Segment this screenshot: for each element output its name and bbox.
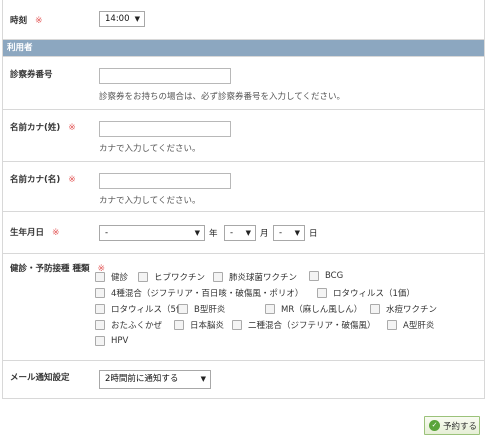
chevron-down-icon: ▼: [200, 375, 206, 383]
kana-first-hint: カナで入力してください。: [99, 196, 201, 206]
checkbox[interactable]: [174, 320, 184, 330]
card-number-input[interactable]: [99, 68, 231, 84]
checkup-option[interactable]: 日本脳炎: [174, 319, 224, 331]
checkup-option[interactable]: おたふくかぜ: [95, 319, 162, 331]
check-circle-icon: ✓: [429, 420, 440, 431]
mail-label: メール通知設定: [10, 373, 70, 383]
kana-first-input[interactable]: [99, 173, 231, 189]
kana-first-label: 名前カナ(名): [10, 175, 61, 185]
checkbox[interactable]: [95, 320, 105, 330]
checkbox[interactable]: [95, 336, 105, 346]
reserve-button-label: 予約する: [443, 421, 478, 432]
checkbox[interactable]: [317, 288, 327, 298]
chevron-down-icon: ▼: [245, 229, 251, 237]
checkup-label: 健診・予防接種 種類: [10, 264, 90, 274]
checkup-option[interactable]: A型肝炎: [387, 319, 434, 331]
checkup-option-label: 4種混合（ジフテリア・百日咳・破傷風・ポリオ）: [111, 289, 304, 299]
checkup-option-label: 日本脳炎: [190, 321, 225, 331]
reservation-form: 時刻 ※ 14:00 ▼ 利用者 診察券番号 診察券をお持ちの場合は、必ず診察券番…: [2, 0, 485, 399]
kana-first-row: 名前カナ(名) ※ カナで入力してください。: [3, 162, 484, 212]
reserve-button[interactable]: ✓ 予約する: [424, 416, 480, 435]
checkbox[interactable]: [95, 288, 105, 298]
checkup-option-label: BCG: [325, 271, 344, 281]
checkbox[interactable]: [370, 304, 380, 314]
year-unit: 年: [209, 229, 218, 239]
mail-notify-select[interactable]: 2時間前に通知する ▼: [99, 370, 211, 389]
checkbox[interactable]: [232, 320, 242, 330]
month-unit: 月: [260, 229, 269, 239]
kana-last-row: 名前カナ(姓) ※ カナで入力してください。: [3, 110, 484, 162]
birthday-row: 生年月日 ※ - ▼ 年 - ▼ 月 - ▼ 日: [3, 212, 484, 254]
checkbox[interactable]: [138, 272, 148, 282]
chevron-down-icon: ▼: [194, 229, 200, 237]
card-number-label: 診察券番号: [10, 70, 53, 80]
time-select[interactable]: 14:00 ▼: [99, 11, 145, 27]
kana-last-input[interactable]: [99, 121, 231, 137]
checkup-option[interactable]: HPV: [95, 336, 128, 346]
checkbox[interactable]: [95, 272, 105, 282]
checkbox[interactable]: [178, 304, 188, 314]
section-user-title: 利用者: [7, 43, 33, 53]
chevron-down-icon: ▼: [134, 15, 140, 23]
checkup-option[interactable]: ヒブワクチン: [138, 271, 205, 283]
checkup-option-label: A型肝炎: [403, 321, 435, 331]
checkup-option-label: 健診: [111, 273, 129, 283]
checkup-option-label: B型肝炎: [194, 305, 226, 315]
checkup-option[interactable]: ロタウィルス（1価）: [317, 287, 415, 299]
checkup-option[interactable]: 二種混合（ジフテリア・破傷風）: [232, 319, 376, 331]
checkup-option[interactable]: 健診: [95, 271, 128, 283]
checkup-option-label: 水痘ワクチン: [386, 305, 438, 315]
checkup-option[interactable]: 水痘ワクチン: [370, 303, 437, 315]
required-mark: ※: [68, 123, 76, 133]
kana-last-hint: カナで入力してください。: [99, 144, 201, 154]
time-row: 時刻 ※ 14:00 ▼: [3, 0, 484, 40]
card-number-hint: 診察券をお持ちの場合は、必ず診察券番号を入力してください。: [99, 92, 345, 102]
birth-day-select[interactable]: - ▼: [273, 225, 305, 241]
checkup-option[interactable]: 肺炎球菌ワクチン: [213, 271, 297, 283]
checkup-option-label: 肺炎球菌ワクチン: [229, 273, 298, 283]
card-number-row: 診察券番号 診察券をお持ちの場合は、必ず診察券番号を入力してください。: [3, 57, 484, 110]
required-mark: ※: [68, 175, 76, 185]
checkbox[interactable]: [213, 272, 223, 282]
checkup-option[interactable]: BCG: [309, 271, 343, 281]
required-mark: ※: [52, 228, 60, 238]
time-label: 時刻: [10, 16, 28, 26]
kana-last-label: 名前カナ(姓): [10, 123, 61, 133]
checkup-option-label: HPV: [111, 336, 129, 346]
checkbox[interactable]: [95, 304, 105, 314]
checkup-option[interactable]: B型肝炎: [178, 303, 225, 315]
chevron-down-icon: ▼: [294, 229, 300, 237]
checkbox[interactable]: [309, 271, 319, 281]
checkup-option-label: ロタウィルス（1価）: [333, 289, 415, 299]
birthday-label: 生年月日: [10, 228, 45, 238]
checkbox[interactable]: [265, 304, 275, 314]
checkup-row: 健診・予防接種 種類 ※ 健診 ヒブワクチン 肺炎球菌ワクチン BCG 4種混合（ジフテリ…: [3, 254, 484, 361]
time-select-value: 14:00: [105, 14, 130, 24]
required-mark: ※: [35, 16, 43, 26]
checkup-option[interactable]: 4種混合（ジフテリア・百日咳・破傷風・ポリオ）: [95, 287, 303, 299]
checkbox[interactable]: [387, 320, 397, 330]
checkup-option-label: おたふくかぜ: [111, 321, 163, 331]
day-unit: 日: [309, 229, 318, 239]
checkup-option-label: MR（麻しん風しん）: [281, 305, 363, 315]
checkup-option-label: 二種混合（ジフテリア・破傷風）: [248, 321, 376, 331]
birth-year-select[interactable]: - ▼: [99, 225, 205, 241]
birth-month-select[interactable]: - ▼: [224, 225, 256, 241]
checkup-option[interactable]: MR（麻しん風しん）: [265, 303, 362, 315]
mail-row: メール通知設定 2時間前に通知する ▼: [3, 361, 484, 399]
section-user-header: 利用者: [3, 40, 484, 57]
checkup-option-label: ヒブワクチン: [154, 273, 206, 283]
